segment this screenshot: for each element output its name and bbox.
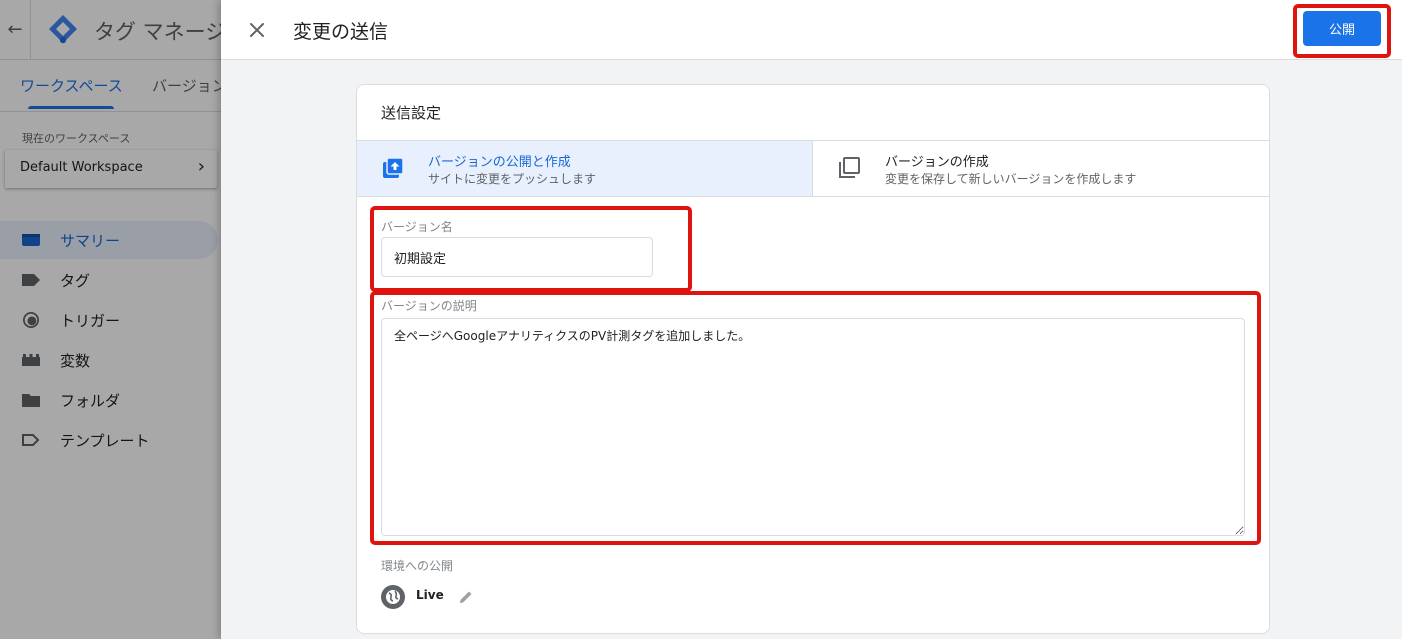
option-subtitle: 変更を保存して新しいバージョンを作成します bbox=[885, 172, 1137, 186]
environment-label: 環境への公開 bbox=[381, 559, 454, 573]
option-publish-and-create[interactable]: バージョンの公開と作成 サイトに変更をプッシュします bbox=[357, 141, 813, 196]
copy-version-icon bbox=[839, 157, 860, 178]
option-subtitle: サイトに変更をプッシュします bbox=[428, 172, 597, 186]
globe-icon bbox=[381, 585, 405, 609]
option-title: バージョンの作成 bbox=[885, 155, 989, 170]
submission-options: バージョンの公開と作成 サイトに変更をプッシュします バージョンの作成 変更を保… bbox=[357, 140, 1269, 197]
environment-name: Live bbox=[416, 588, 444, 602]
background-app: ← タグ マネージ ワークスペース バージョン 現在のワークスペース Defau… bbox=[0, 0, 227, 639]
panel-header: 変更の送信 公開 bbox=[221, 0, 1402, 60]
publish-button[interactable]: 公開 bbox=[1303, 11, 1381, 46]
close-icon[interactable] bbox=[243, 16, 271, 44]
version-name-label: バージョン名 bbox=[381, 220, 453, 234]
settings-title: 送信設定 bbox=[381, 104, 442, 122]
publish-version-icon bbox=[383, 157, 404, 178]
option-title: バージョンの公開と作成 bbox=[428, 155, 571, 170]
version-description-textarea[interactable]: 全ページへGoogleアナリティクスのPV計測タグを追加しました。 bbox=[381, 318, 1245, 536]
modal-scrim[interactable] bbox=[0, 0, 221, 639]
option-create-version[interactable]: バージョンの作成 変更を保存して新しいバージョンを作成します bbox=[813, 141, 1269, 196]
version-description-label: バージョンの説明 bbox=[381, 299, 477, 313]
panel-title: 変更の送信 bbox=[293, 21, 389, 43]
version-name-input[interactable] bbox=[381, 237, 653, 277]
environment-row: Live bbox=[381, 585, 501, 609]
submit-changes-panel: 変更の送信 公開 送信設定 バージョンの公開と作成 サイトに変更をプッシュします bbox=[221, 0, 1402, 639]
pencil-icon[interactable] bbox=[457, 588, 475, 606]
submission-settings-card: 送信設定 バージョンの公開と作成 サイトに変更をプッシュします バージョンの作成… bbox=[356, 84, 1270, 634]
